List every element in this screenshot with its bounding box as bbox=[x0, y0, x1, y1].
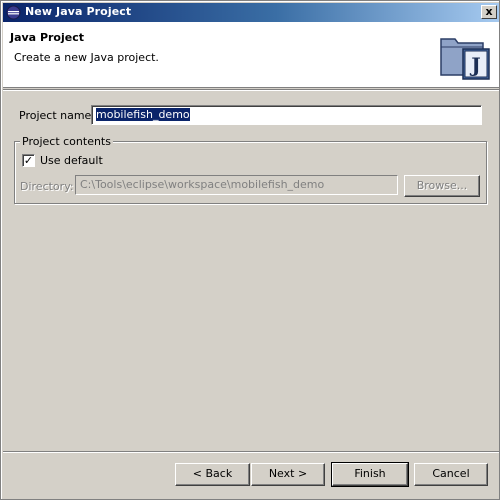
finish-button[interactable]: Finish bbox=[331, 462, 409, 487]
wizard-header: Java Project Create a new Java project. … bbox=[3, 22, 499, 88]
next-button[interactable]: Next > bbox=[251, 463, 325, 486]
directory-label: Directory: bbox=[20, 180, 74, 193]
svg-text:J: J bbox=[469, 53, 480, 77]
wizard-description: Create a new Java project. bbox=[14, 51, 159, 64]
project-name-label: Project name: bbox=[19, 109, 96, 122]
new-java-project-dialog: New Java Project x Java Project Create a… bbox=[0, 0, 500, 500]
eclipse-icon bbox=[6, 5, 21, 20]
back-button[interactable]: < Back bbox=[175, 463, 250, 486]
browse-button[interactable]: Browse... bbox=[404, 175, 480, 197]
cancel-button[interactable]: Cancel bbox=[414, 463, 488, 486]
java-project-folder-icon: J bbox=[440, 38, 490, 80]
window-title: New Java Project bbox=[25, 5, 132, 18]
header-separator bbox=[3, 89, 499, 91]
wizard-title: Java Project bbox=[10, 31, 84, 44]
project-contents-legend: Project contents bbox=[20, 135, 113, 148]
project-name-input[interactable]: mobilefish_demo bbox=[91, 105, 482, 125]
footer-separator bbox=[3, 451, 499, 453]
use-default-label[interactable]: Use default bbox=[40, 154, 103, 167]
use-default-checkbox[interactable]: ✓ bbox=[22, 154, 35, 167]
project-name-value: mobilefish_demo bbox=[96, 108, 190, 121]
directory-input[interactable]: C:\Tools\eclipse\workspace\mobilefish_de… bbox=[75, 175, 398, 195]
close-button[interactable]: x bbox=[481, 5, 497, 19]
title-bar[interactable]: New Java Project x bbox=[3, 3, 499, 22]
